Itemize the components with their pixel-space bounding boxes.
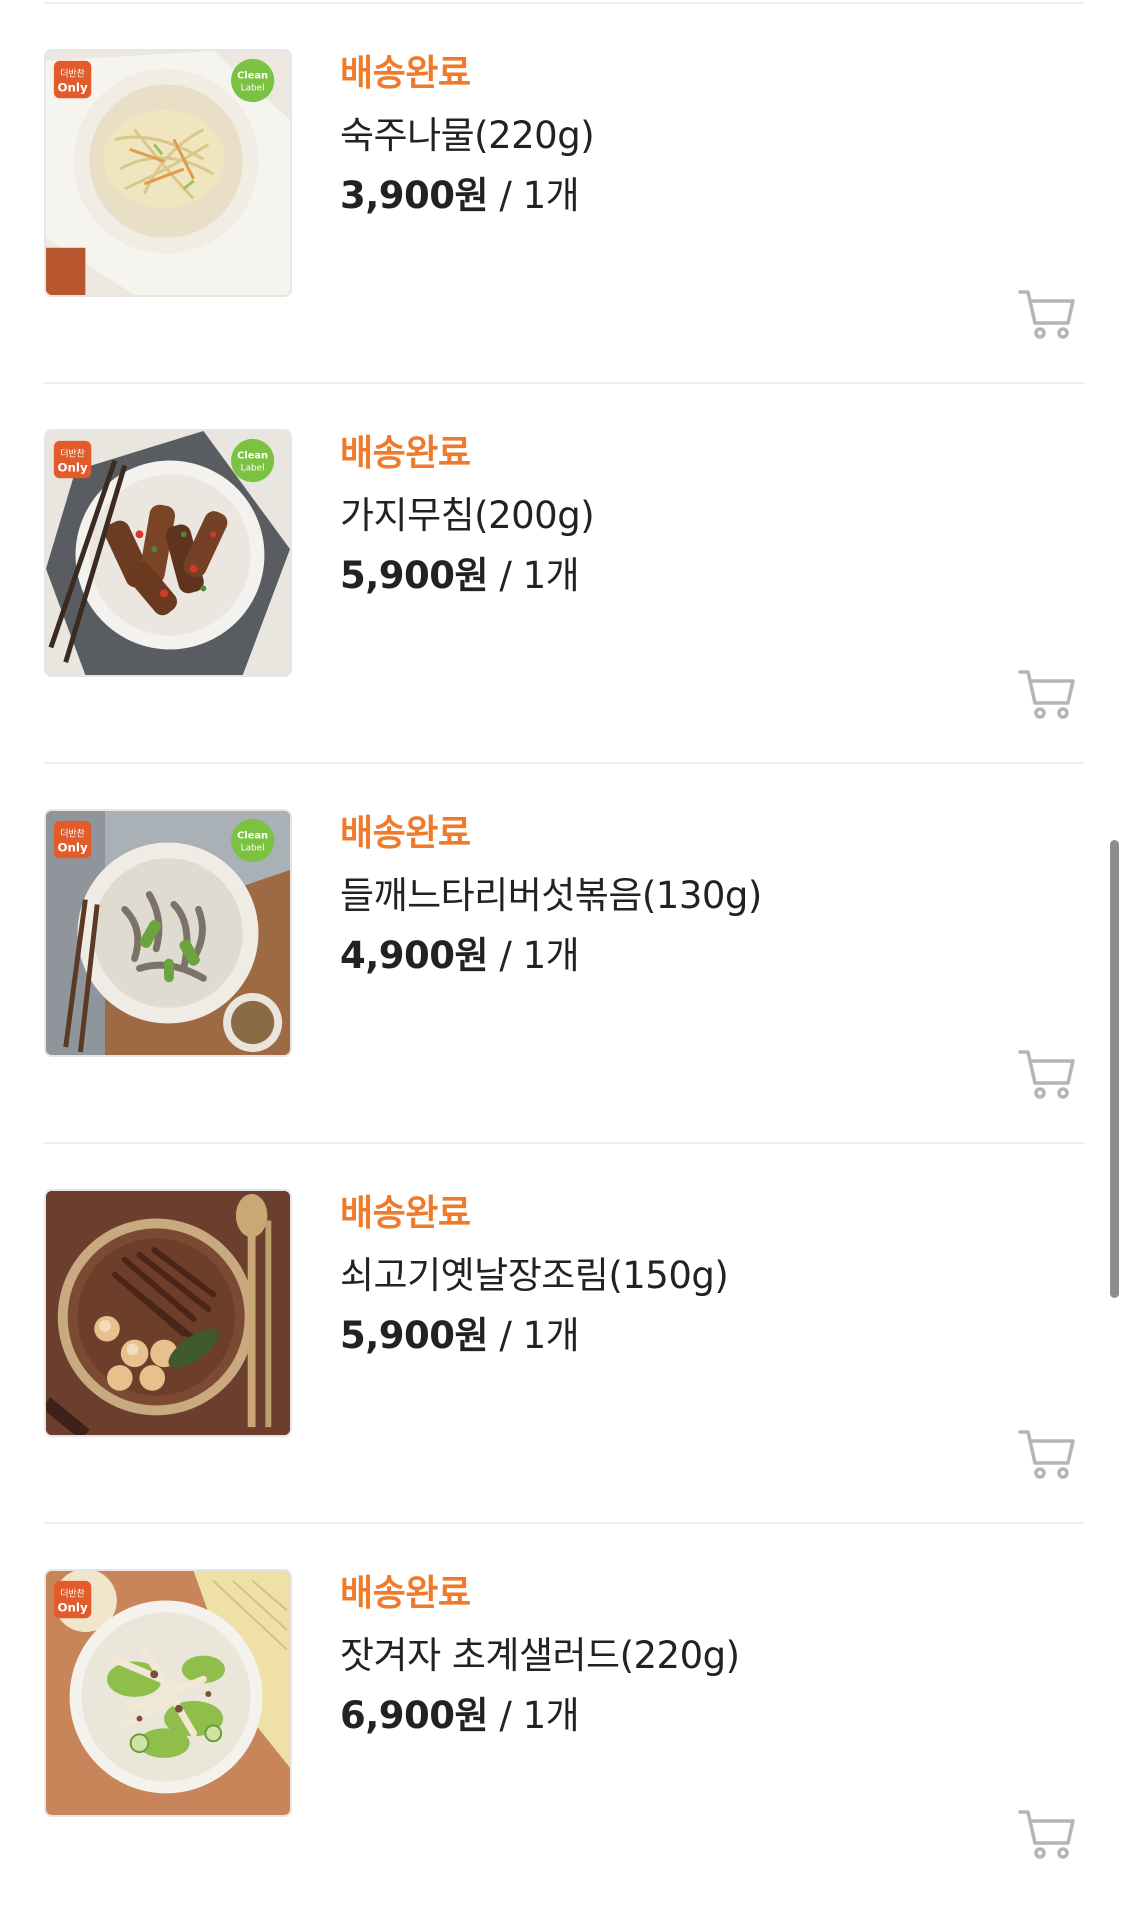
product-thumbnail-mushroom[interactable]: 더반찬 Only Clean Label xyxy=(44,809,292,1057)
add-to-cart-button[interactable] xyxy=(1018,1807,1076,1861)
order-history-page: 더반찬 Only Clean Label 배송완료 숙주나물(220g) 3,9… xyxy=(0,0,1125,1910)
svg-text:Clean: Clean xyxy=(237,71,268,82)
price-separator: / xyxy=(488,554,523,597)
delivery-status: 배송완료 xyxy=(340,433,471,474)
add-to-cart-button[interactable] xyxy=(1018,1047,1076,1101)
price-line: 3,900원 / 1개 xyxy=(340,173,1084,219)
product-thumbnail-eggplant[interactable]: 더반찬 Only Clean Label xyxy=(44,429,292,677)
svg-text:Label: Label xyxy=(241,83,265,93)
order-list: 더반찬 Only Clean Label 배송완료 숙주나물(220g) 3,9… xyxy=(0,4,1125,1904)
product-name[interactable]: 들깨느타리버섯볶음(130g) xyxy=(340,873,1084,919)
svg-text:Only: Only xyxy=(57,80,87,94)
product-name[interactable]: 잣겨자 초계샐러드(220g) xyxy=(340,1633,1084,1679)
product-thumbnail-salad[interactable]: 더반찬 Only xyxy=(44,1569,292,1817)
svg-text:Clean: Clean xyxy=(237,451,268,462)
svg-text:Clean: Clean xyxy=(237,831,268,842)
bean-sprouts-image: 더반찬 Only Clean Label xyxy=(46,51,290,295)
product-thumbnail-jangjorim[interactable] xyxy=(44,1189,292,1437)
svg-text:Label: Label xyxy=(241,463,265,473)
price-separator: / xyxy=(488,174,523,217)
svg-text:Only: Only xyxy=(57,1600,87,1614)
product-quantity: 1개 xyxy=(522,174,580,217)
svg-text:Only: Only xyxy=(57,840,87,854)
add-to-cart-button[interactable] xyxy=(1018,287,1076,341)
product-quantity: 1개 xyxy=(522,1314,580,1357)
product-price: 5,900원 xyxy=(340,554,489,597)
price-separator: / xyxy=(488,1314,523,1357)
seasoned-eggplant-image: 더반찬 Only Clean Label xyxy=(46,431,290,675)
cart-icon xyxy=(1018,1050,1075,1099)
order-item: 배송완료 쇠고기옛날장조림(150g) 5,900원 / 1개 xyxy=(44,1144,1084,1524)
add-to-cart-button[interactable] xyxy=(1018,1427,1076,1481)
svg-text:더반찬: 더반찬 xyxy=(60,1589,84,1600)
order-item: 더반찬 Only Clean Label 배송완료 숙주나물(220g) 3,9… xyxy=(44,4,1084,384)
order-item: 더반찬 Only Clean Label 배송완료 가지무침(200g) 5,9… xyxy=(44,384,1084,764)
price-separator: / xyxy=(488,1694,523,1737)
price-line: 6,900원 / 1개 xyxy=(340,1693,1084,1739)
product-price: 3,900원 xyxy=(340,174,489,217)
delivery-status: 배송완료 xyxy=(340,1573,471,1614)
product-quantity: 1개 xyxy=(522,554,580,597)
order-info: 배송완료 가지무침(200g) 5,900원 / 1개 xyxy=(340,431,1084,599)
price-line: 5,900원 / 1개 xyxy=(340,553,1084,599)
product-name[interactable]: 가지무침(200g) xyxy=(340,493,1084,539)
svg-text:더반찬: 더반찬 xyxy=(60,69,84,80)
delivery-status: 배송완료 xyxy=(340,813,471,854)
price-separator: / xyxy=(488,934,523,977)
product-price: 6,900원 xyxy=(340,1694,489,1737)
delivery-status: 배송완료 xyxy=(340,53,471,94)
price-line: 4,900원 / 1개 xyxy=(340,933,1084,979)
cart-icon xyxy=(1018,1810,1075,1859)
svg-text:더반찬: 더반찬 xyxy=(60,449,84,460)
product-quantity: 1개 xyxy=(522,1694,580,1737)
svg-text:Label: Label xyxy=(241,843,265,853)
beef-jangjorim-image xyxy=(46,1191,290,1435)
vertical-scrollbar[interactable] xyxy=(1110,840,1119,1298)
order-item: 더반찬 Only 배송완료 잣겨자 초계샐러드(220g) 6,900원 / 1… xyxy=(44,1524,1084,1904)
chicken-salad-image: 더반찬 Only xyxy=(46,1571,290,1815)
cart-icon xyxy=(1018,290,1075,339)
price-line: 5,900원 / 1개 xyxy=(340,1313,1084,1359)
order-info: 배송완료 잣겨자 초계샐러드(220g) 6,900원 / 1개 xyxy=(340,1571,1084,1739)
add-to-cart-button[interactable] xyxy=(1018,667,1076,721)
product-quantity: 1개 xyxy=(522,934,580,977)
cart-icon xyxy=(1018,670,1075,719)
order-info: 배송완료 쇠고기옛날장조림(150g) 5,900원 / 1개 xyxy=(340,1191,1084,1359)
product-price: 4,900원 xyxy=(340,934,489,977)
cart-icon xyxy=(1018,1430,1075,1479)
product-thumbnail-bean-sprouts[interactable]: 더반찬 Only Clean Label xyxy=(44,49,292,297)
svg-text:Only: Only xyxy=(57,460,87,474)
svg-text:더반찬: 더반찬 xyxy=(60,829,84,840)
order-info: 배송완료 숙주나물(220g) 3,900원 / 1개 xyxy=(340,51,1084,219)
order-info: 배송완료 들깨느타리버섯볶음(130g) 4,900원 / 1개 xyxy=(340,811,1084,979)
product-price: 5,900원 xyxy=(340,1314,489,1357)
product-name[interactable]: 숙주나물(220g) xyxy=(340,113,1084,159)
order-item: 더반찬 Only Clean Label 배송완료 들깨느타리버섯볶음(130g… xyxy=(44,764,1084,1144)
product-name[interactable]: 쇠고기옛날장조림(150g) xyxy=(340,1253,1084,1299)
delivery-status: 배송완료 xyxy=(340,1193,471,1234)
perilla-mushroom-image: 더반찬 Only Clean Label xyxy=(46,811,290,1055)
